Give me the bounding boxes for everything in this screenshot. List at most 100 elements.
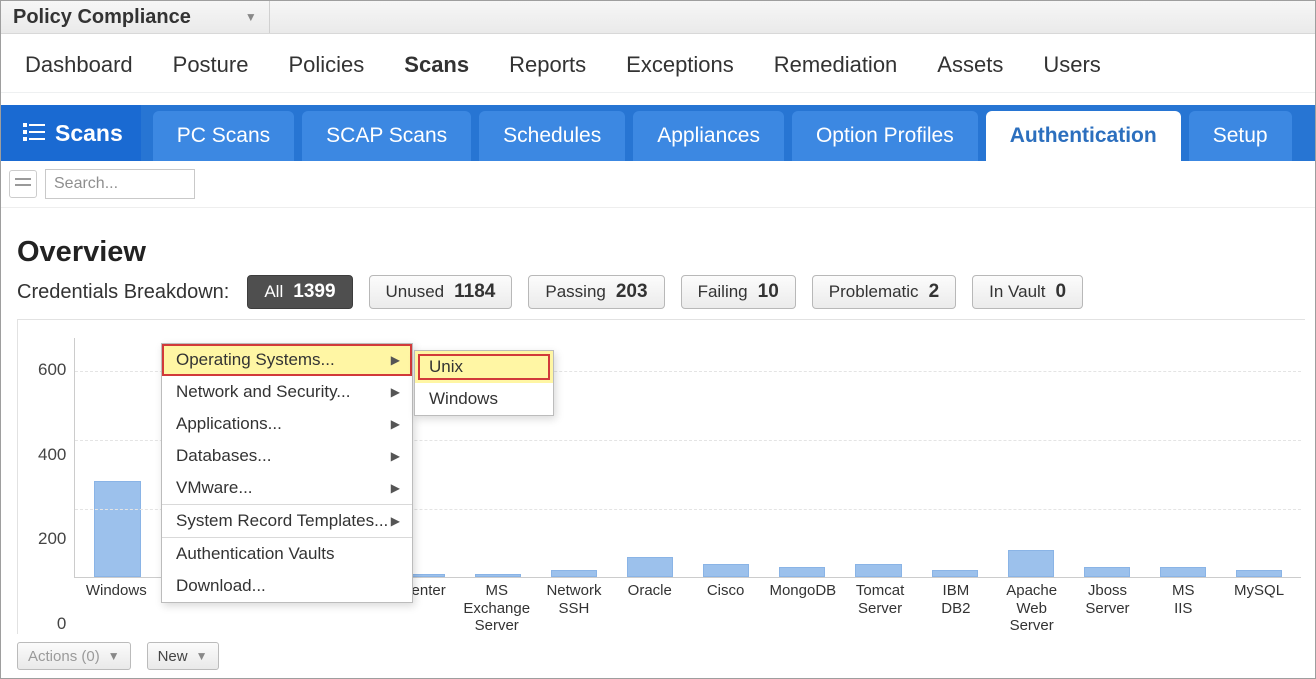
menu-operating-systems[interactable]: Operating Systems... ▶ xyxy=(162,344,412,376)
menu-item-label: Authentication Vaults xyxy=(176,544,334,564)
nav-dashboard[interactable]: Dashboard xyxy=(25,52,133,78)
menu-item-label: Operating Systems... xyxy=(176,350,335,370)
search-row xyxy=(1,161,1315,208)
primary-nav: Dashboard Posture Policies Scans Reports… xyxy=(1,34,1315,93)
nav-users[interactable]: Users xyxy=(1043,52,1100,78)
tab-scap-scans[interactable]: SCAP Scans xyxy=(302,111,471,161)
menu-download[interactable]: Download... xyxy=(162,570,412,602)
menu-network-security[interactable]: Network and Security... ▶ xyxy=(162,376,412,408)
menu-system-record-templates[interactable]: System Record Templates... ▶ xyxy=(162,504,412,537)
actions-label: Actions (0) xyxy=(28,648,100,665)
menu-item-label: Unix xyxy=(429,357,463,377)
menu-item-label: Windows xyxy=(429,389,498,409)
filter-count: 203 xyxy=(616,281,648,303)
chart-y-tick: 600 xyxy=(38,360,66,380)
scans-subnav: Scans PC Scans SCAP Scans Schedules Appl… xyxy=(1,105,1315,161)
filter-unused[interactable]: Unused 1184 xyxy=(369,275,513,309)
chart-bar[interactable] xyxy=(846,337,910,577)
chart-category-label: MS IIS xyxy=(1151,582,1215,634)
filter-passing[interactable]: Passing 203 xyxy=(528,275,664,309)
new-submenu-os: Unix Windows xyxy=(414,350,554,416)
module-name: Policy Compliance xyxy=(13,6,191,29)
chart-y-tick: 0 xyxy=(57,614,66,634)
filter-count: 1184 xyxy=(454,281,495,303)
chevron-right-icon: ▶ xyxy=(391,481,400,495)
chevron-down-icon: ▼ xyxy=(108,649,120,663)
chevron-down-icon: ▼ xyxy=(245,10,257,24)
filter-count: 10 xyxy=(758,281,779,303)
chart-category-label: Tomcat Server xyxy=(848,582,912,634)
chart-bar[interactable] xyxy=(694,337,758,577)
chart-bar[interactable] xyxy=(618,337,682,577)
submenu-unix[interactable]: Unix xyxy=(415,351,553,383)
nav-reports[interactable]: Reports xyxy=(509,52,586,78)
chart-bar[interactable] xyxy=(1227,337,1291,577)
chevron-right-icon: ▶ xyxy=(391,449,400,463)
chevron-right-icon: ▶ xyxy=(391,353,400,367)
filter-count: 0 xyxy=(1056,281,1067,303)
chart-category-label: MongoDB xyxy=(769,582,836,634)
chart-bar[interactable] xyxy=(1075,337,1139,577)
chevron-right-icon: ▶ xyxy=(391,514,400,528)
new-menu: Operating Systems... ▶ Network and Secur… xyxy=(161,343,413,603)
menu-authentication-vaults[interactable]: Authentication Vaults xyxy=(162,537,412,570)
chart-category-label: MS Exchange Server xyxy=(463,582,530,634)
chart-category-label: MySQL xyxy=(1227,582,1291,634)
chart-bar[interactable] xyxy=(923,337,987,577)
chart-category-label: Jboss Server xyxy=(1076,582,1140,634)
new-button[interactable]: New ▼ xyxy=(147,642,219,670)
actions-button[interactable]: Actions (0) ▼ xyxy=(17,642,131,670)
menu-item-label: Download... xyxy=(176,576,266,596)
filter-label: Unused xyxy=(386,282,445,302)
panel-toggle-button[interactable] xyxy=(9,170,37,198)
tab-appliances[interactable]: Appliances xyxy=(633,111,784,161)
tab-option-profiles[interactable]: Option Profiles xyxy=(792,111,978,161)
list-icon xyxy=(23,120,45,147)
chart-bar[interactable] xyxy=(770,337,834,577)
menu-item-label: VMware... xyxy=(176,478,253,498)
chart-y-tick: 200 xyxy=(38,529,66,549)
filter-in-vault[interactable]: In Vault 0 xyxy=(972,275,1083,309)
module-switcher[interactable]: Policy Compliance ▼ xyxy=(1,1,270,33)
chevron-down-icon: ▼ xyxy=(196,649,208,663)
page-title: Overview xyxy=(17,236,1305,269)
menu-item-label: Databases... xyxy=(176,446,271,466)
chart-y-tick: 400 xyxy=(38,445,66,465)
menu-databases[interactable]: Databases... ▶ xyxy=(162,440,412,472)
filter-label: Failing xyxy=(698,282,748,302)
submenu-windows[interactable]: Windows xyxy=(415,383,553,415)
tab-setup[interactable]: Setup xyxy=(1189,111,1292,161)
app-header: Policy Compliance ▼ xyxy=(1,1,1315,34)
tab-schedules[interactable]: Schedules xyxy=(479,111,625,161)
nav-exceptions[interactable]: Exceptions xyxy=(626,52,734,78)
nav-policies[interactable]: Policies xyxy=(288,52,364,78)
chart-bar[interactable] xyxy=(999,337,1063,577)
nav-scans[interactable]: Scans xyxy=(404,52,469,78)
chevron-right-icon: ▶ xyxy=(391,385,400,399)
chart-category-label: Network SSH xyxy=(542,582,606,634)
filter-label: Problematic xyxy=(829,282,919,302)
nav-remediation[interactable]: Remediation xyxy=(774,52,898,78)
menu-applications[interactable]: Applications... ▶ xyxy=(162,408,412,440)
subnav-section-label: Scans xyxy=(55,120,123,147)
chart-bar[interactable] xyxy=(85,337,149,577)
nav-assets[interactable]: Assets xyxy=(937,52,1003,78)
menu-item-label: Network and Security... xyxy=(176,382,350,402)
filter-problematic[interactable]: Problematic 2 xyxy=(812,275,956,309)
chart-bar[interactable] xyxy=(1151,337,1215,577)
chevron-right-icon: ▶ xyxy=(391,417,400,431)
menu-item-label: System Record Templates... xyxy=(176,511,388,531)
filter-label: Passing xyxy=(545,282,605,302)
menu-item-label: Applications... xyxy=(176,414,282,434)
filter-count: 2 xyxy=(929,281,940,303)
filter-failing[interactable]: Failing 10 xyxy=(681,275,796,309)
filter-all[interactable]: All 1399 xyxy=(247,275,352,309)
tab-authentication[interactable]: Authentication xyxy=(986,111,1181,161)
search-input[interactable] xyxy=(45,169,195,199)
breakdown-label: Credentials Breakdown: xyxy=(17,281,229,304)
chart-category-label: IBM DB2 xyxy=(924,582,988,634)
nav-posture[interactable]: Posture xyxy=(173,52,249,78)
menu-vmware[interactable]: VMware... ▶ xyxy=(162,472,412,504)
hamburger-icon xyxy=(15,178,31,190)
tab-pc-scans[interactable]: PC Scans xyxy=(153,111,294,161)
